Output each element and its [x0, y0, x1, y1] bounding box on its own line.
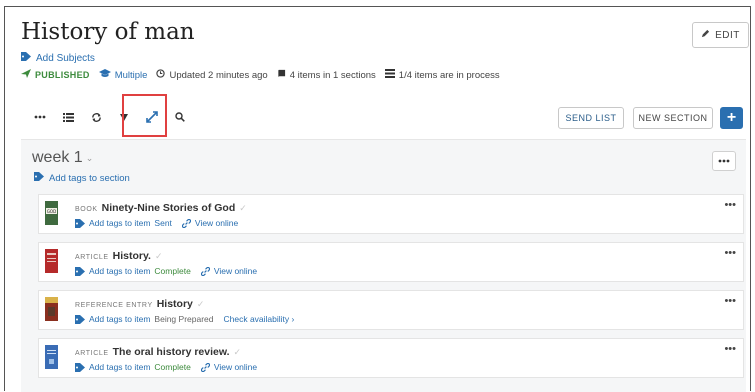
add-tags-to-item-link[interactable]: Add tags to item	[75, 266, 150, 276]
add-subjects-label: Add Subjects	[36, 52, 95, 64]
list-item[interactable]: REFERENCE ENTRY History ✓ Add tags to it…	[38, 290, 744, 330]
item-cover-thumbnail: GOD	[45, 201, 58, 225]
view-online-link[interactable]: View online	[200, 362, 258, 372]
check-icon: ✓	[154, 251, 163, 261]
updated-info: Updated 2 minutes ago	[156, 69, 268, 81]
svg-text:GOD: GOD	[47, 209, 56, 214]
add-tags-label: Add tags to item	[89, 218, 151, 228]
book-icon	[277, 69, 286, 81]
list-meta: PUBLISHED Multiple Updated 2 minutes ago…	[21, 69, 509, 81]
check-icon: ✓	[239, 203, 247, 213]
link-icon	[181, 218, 191, 228]
item-type: REFERENCE ENTRY	[75, 302, 153, 309]
item-title[interactable]: The oral history review.	[113, 346, 230, 358]
link-icon	[200, 362, 210, 372]
item-status: Complete	[154, 266, 191, 276]
item-cover-thumbnail	[45, 249, 58, 273]
item-title[interactable]: History	[157, 298, 193, 310]
item-more-icon[interactable]: •••	[724, 247, 736, 259]
list-item[interactable]: GOD BOOK Ninety-Nine Stories of God ✓ Ad…	[38, 194, 744, 234]
item-status: Complete	[154, 362, 191, 372]
item-title[interactable]: History.	[113, 250, 151, 262]
check-icon: ✓	[196, 299, 205, 309]
chevron-down-icon: ⌄	[85, 152, 94, 163]
list-page: History of man EDIT Add Subjects PUBLISH…	[4, 6, 751, 392]
item-more-icon[interactable]: •••	[724, 295, 736, 307]
item-more-icon[interactable]: •••	[724, 199, 736, 211]
pencil-icon	[701, 29, 710, 41]
edit-button[interactable]: EDIT	[692, 22, 749, 48]
items-text: 4 items in 1 sections	[289, 69, 376, 81]
updated-text: Updated 2 minutes ago	[169, 69, 268, 81]
add-tags-label: Add tags to item	[89, 362, 151, 372]
process-info: 1/4 items are in process	[384, 69, 500, 81]
clock-icon	[156, 69, 166, 81]
more-icon	[718, 159, 730, 163]
search-icon[interactable]	[169, 107, 191, 127]
multiple-label: Multiple	[114, 69, 148, 81]
view-online-link[interactable]: View online	[181, 218, 239, 228]
add-tags-label: Add tags to item	[89, 314, 151, 324]
add-item-button[interactable]: +	[720, 107, 743, 129]
page-title: History of man	[21, 19, 195, 45]
tag-icon	[75, 314, 85, 324]
list-icon[interactable]	[57, 107, 79, 127]
item-type: ARTICLE	[75, 350, 109, 357]
add-tags-to-section-link[interactable]: Add tags to section	[34, 172, 130, 184]
item-type: BOOK	[75, 206, 98, 213]
item-status: Sent	[154, 218, 172, 228]
published-label: PUBLISHED	[35, 70, 90, 80]
published-status: PUBLISHED	[21, 69, 90, 81]
course-multiple[interactable]: Multiple	[98, 69, 148, 81]
add-tags-section-label: Add tags to section	[49, 172, 130, 184]
process-text: 1/4 items are in process	[398, 69, 500, 81]
list-item[interactable]: ARTICLE History. ✓ Add tags to item Comp…	[38, 242, 744, 282]
items-info: 4 items in 1 sections	[277, 69, 376, 81]
check-icon: ✓	[233, 347, 242, 357]
expand-highlight-box	[122, 94, 167, 137]
item-type: ARTICLE	[75, 254, 109, 261]
section-more-button[interactable]	[712, 151, 736, 171]
graduation-cap-icon	[98, 69, 111, 81]
link-icon	[200, 266, 210, 276]
add-tags-to-item-link[interactable]: Add tags to item	[75, 362, 150, 372]
list-lines-icon	[384, 69, 395, 81]
item-cover-thumbnail	[45, 297, 58, 321]
section-title-text: week 1	[32, 149, 83, 166]
tag-icon	[34, 172, 44, 184]
tag-icon	[75, 266, 85, 276]
section-title[interactable]: week 1 ⌄	[32, 149, 93, 167]
item-status: Being Prepared	[154, 314, 214, 324]
sync-icon[interactable]	[85, 107, 107, 127]
tag-icon	[21, 52, 31, 64]
view-online-label: View online	[194, 218, 239, 228]
add-tags-to-item-link[interactable]: Add tags to item	[75, 218, 150, 228]
check-availability-link[interactable]: Check availability ›	[224, 314, 295, 324]
list-toolbar	[29, 106, 197, 128]
add-tags-label: Add tags to item	[89, 266, 151, 276]
send-icon	[21, 69, 31, 81]
edit-label: EDIT	[715, 29, 740, 41]
more-icon[interactable]	[29, 107, 51, 127]
new-section-button[interactable]: NEW SECTION	[633, 107, 713, 129]
view-online-link[interactable]: View online	[200, 266, 258, 276]
tag-icon	[75, 362, 85, 372]
add-subjects-link[interactable]: Add Subjects	[21, 52, 95, 64]
item-cover-thumbnail	[45, 345, 58, 369]
add-tags-to-item-link[interactable]: Add tags to item	[75, 314, 150, 324]
view-online-label: View online	[213, 362, 258, 372]
view-online-label: View online	[213, 266, 258, 276]
item-more-icon[interactable]: •••	[724, 343, 736, 355]
item-title[interactable]: Ninety-Nine Stories of God	[102, 202, 236, 214]
section-week-1: week 1 ⌄ Add tags to section GOD BOOK Ni…	[21, 139, 746, 392]
list-item[interactable]: ARTICLE The oral history review. ✓ Add t…	[38, 338, 744, 378]
tag-icon	[75, 218, 85, 228]
plus-icon: +	[726, 109, 737, 126]
send-list-button[interactable]: SEND LIST	[558, 107, 624, 129]
